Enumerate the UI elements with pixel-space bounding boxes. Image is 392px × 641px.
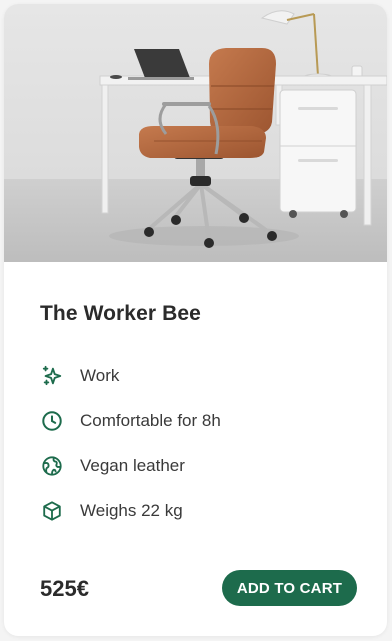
feature-item-comfort: Comfortable for 8h: [40, 398, 221, 443]
add-to-cart-button[interactable]: ADD TO CART: [222, 570, 357, 606]
feature-label: Vegan leather: [80, 455, 185, 475]
product-image: [4, 4, 387, 262]
feature-item-weight: Weighs 22 kg: [40, 488, 221, 533]
sparkles-icon: [40, 364, 64, 388]
feature-item-work: Work: [40, 353, 221, 398]
feature-item-material: Vegan leather: [40, 443, 221, 488]
feature-label: Comfortable for 8h: [80, 410, 221, 430]
product-price: 525€: [40, 576, 89, 601]
feature-label: Work: [80, 365, 120, 385]
product-title: The Worker Bee: [40, 302, 201, 325]
feature-list: Work Comfortable for 8h Vegan leather We…: [40, 353, 221, 533]
product-card: The Worker Bee Work Comfortable for 8h V…: [4, 4, 387, 636]
feature-label: Weighs 22 kg: [80, 500, 183, 520]
box-icon: [40, 499, 64, 523]
globe-icon: [40, 454, 64, 478]
clock-icon: [40, 409, 64, 433]
